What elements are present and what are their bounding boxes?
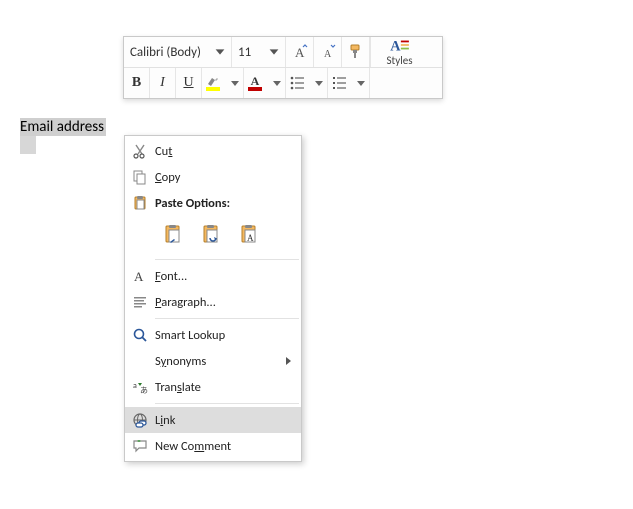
ctx-font-label: Font... — [155, 269, 301, 284]
highlight-icon — [206, 76, 220, 91]
shrink-font-icon: A — [320, 44, 336, 60]
separator — [155, 259, 299, 260]
paste-text-only-button[interactable]: A — [235, 220, 265, 250]
bold-button[interactable]: B — [124, 68, 150, 98]
numbering-icon — [332, 76, 348, 90]
chevron-down-icon — [267, 45, 281, 59]
ctx-cut[interactable]: Cut — [125, 138, 301, 164]
paste-icon — [125, 195, 155, 211]
ctx-smart-lookup[interactable]: Smart Lookup — [125, 322, 301, 348]
separator — [155, 318, 299, 319]
svg-text:A: A — [247, 233, 254, 243]
svg-text:A: A — [324, 49, 332, 60]
submenu-arrow-icon — [286, 357, 291, 365]
font-name-value: Calibri (Body) — [130, 45, 201, 60]
bullets-icon — [290, 76, 306, 90]
svg-text:A: A — [134, 269, 144, 284]
bullets-button[interactable] — [286, 68, 328, 98]
paste-keep-source-button[interactable] — [159, 220, 189, 250]
format-painter-button[interactable] — [342, 37, 370, 67]
ctx-paragraph-label: Paragraph... — [155, 295, 301, 310]
link-icon — [125, 412, 155, 428]
chevron-down-icon — [273, 81, 281, 86]
italic-button[interactable]: I — [150, 68, 176, 98]
styles-button[interactable]: A Styles — [370, 37, 428, 67]
font-color-icon: A — [248, 76, 262, 91]
ctx-new-comment[interactable]: New Comment — [125, 433, 301, 459]
ctx-smart-label: Smart Lookup — [155, 328, 301, 343]
svg-text:a: a — [133, 381, 137, 391]
styles-icon: A — [389, 37, 411, 53]
ctx-paste-header: Paste Options: — [125, 190, 301, 216]
chevron-down-icon — [315, 81, 323, 86]
smart-lookup-icon — [125, 327, 155, 343]
paragraph-icon — [125, 294, 155, 310]
translate-icon: aあ — [125, 379, 155, 395]
ctx-paragraph[interactable]: Paragraph... — [125, 289, 301, 315]
cut-icon — [125, 143, 155, 159]
underline-button[interactable]: U — [176, 68, 202, 98]
selection-caret — [20, 136, 36, 154]
copy-icon — [125, 169, 155, 185]
ctx-link-label: Link — [155, 413, 301, 428]
ctx-synonyms[interactable]: Synonyms — [125, 348, 301, 374]
paste-merge-icon — [201, 224, 223, 246]
ctx-cut-label: Cut — [155, 144, 301, 159]
styles-label: Styles — [386, 54, 412, 67]
format-painter-icon — [348, 44, 364, 60]
svg-text:あ: あ — [140, 386, 148, 395]
mini-toolbar: Calibri (Body) 11 A A — [123, 36, 443, 99]
ctx-copy[interactable]: Copy — [125, 164, 301, 190]
chevron-down-icon — [213, 45, 227, 59]
grow-font-button[interactable]: A — [286, 37, 314, 67]
font-name-dropdown[interactable]: Calibri (Body) — [124, 37, 232, 67]
paste-text-only-icon: A — [239, 224, 261, 246]
numbering-button[interactable] — [328, 68, 370, 98]
context-menu: Cut Copy Paste Options: A A Font... — [124, 135, 302, 462]
font-color-button[interactable]: A — [244, 68, 286, 98]
ctx-comment-label: New Comment — [155, 439, 301, 454]
paste-options-row: A — [125, 216, 301, 256]
chevron-down-icon — [231, 81, 239, 86]
svg-text:A: A — [390, 38, 401, 53]
chevron-down-icon — [357, 81, 365, 86]
font-size-dropdown[interactable]: 11 — [232, 37, 286, 67]
ctx-translate-label: Translate — [155, 380, 301, 395]
ctx-font[interactable]: A Font... — [125, 263, 301, 289]
ctx-copy-label: Copy — [155, 170, 301, 185]
ctx-translate[interactable]: aあ Translate — [125, 374, 301, 400]
grow-font-icon: A — [292, 44, 308, 60]
separator — [155, 403, 299, 404]
font-dialog-icon: A — [125, 268, 155, 284]
paste-merge-button[interactable] — [197, 220, 227, 250]
font-size-value: 11 — [238, 45, 251, 60]
shrink-font-button[interactable]: A — [314, 37, 342, 67]
ctx-syn-label: Synonyms — [155, 354, 286, 369]
highlight-color-button[interactable] — [202, 68, 244, 98]
ctx-link[interactable]: Link — [125, 407, 301, 433]
ctx-paste-label: Paste Options: — [155, 196, 301, 211]
paste-keep-source-icon — [163, 224, 185, 246]
selected-text[interactable]: Email address — [20, 118, 106, 136]
comment-icon — [125, 438, 155, 454]
